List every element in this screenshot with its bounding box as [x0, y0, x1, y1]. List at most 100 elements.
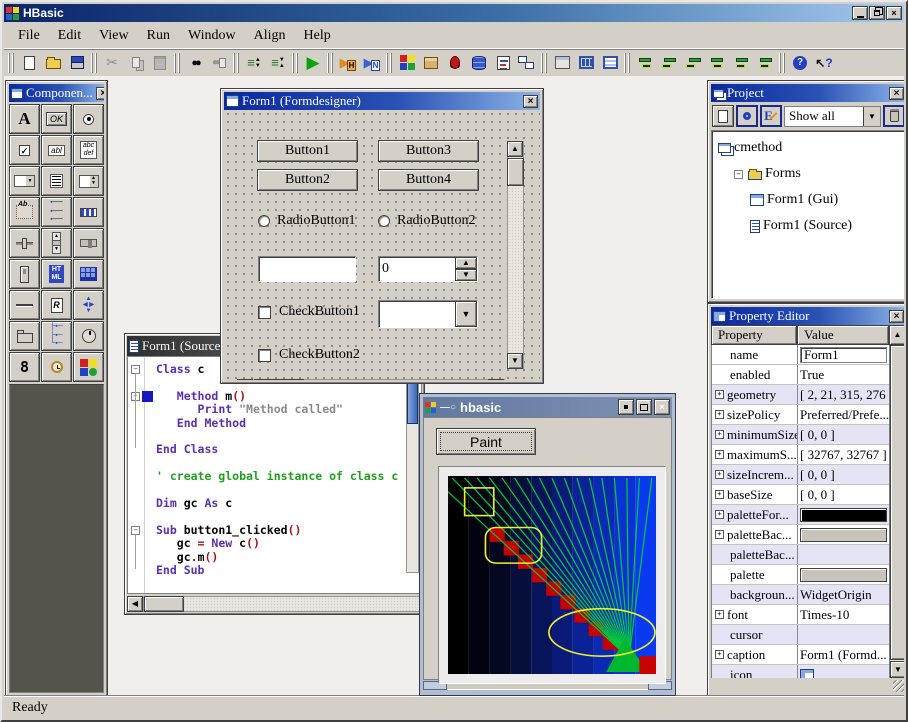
property-row-caption[interactable]: +captionForm1 (Formd... [712, 645, 889, 665]
palette-radiobutton-button[interactable] [73, 104, 104, 134]
bookmark-icon[interactable] [142, 391, 153, 402]
property-value-cell[interactable] [798, 665, 889, 678]
form-hscroll-thumb[interactable] [254, 379, 304, 380]
tree-item-cmethod[interactable]: cmethod [714, 135, 903, 161]
palette-splitter-button[interactable]: ▲◀ ▶▼ [73, 290, 104, 320]
form-vscroll-down-icon[interactable]: ▼ [507, 353, 523, 369]
hbasic-minimize-icon[interactable] [618, 399, 634, 415]
image-icon[interactable] [395, 51, 419, 75]
property-value-cell[interactable]: [ 2, 21, 315, 276 ] [798, 385, 889, 404]
code-line[interactable]: gc = New c() [156, 537, 407, 550]
property-value-cell[interactable]: Preferred/Prefe... [798, 405, 889, 424]
toolbar-handle[interactable] [8, 53, 15, 73]
hbasic-titlebar[interactable]: —○ hbasic × [423, 397, 672, 417]
tree-item-form1-gui-[interactable]: Form1 (Gui) [714, 187, 903, 213]
property-row-font[interactable]: +fontTimes-10 [712, 605, 889, 625]
property-value-cell[interactable] [798, 545, 889, 564]
align-middle-icon[interactable] [729, 51, 753, 75]
menu-editor-icon[interactable] [550, 51, 574, 75]
property-name-cell[interactable]: +maximumS... [712, 445, 798, 464]
palette-lineedit-button[interactable]: abl [41, 135, 72, 165]
property-editor-close-icon[interactable]: × [889, 310, 904, 323]
palette-textedit-button[interactable]: abcdef [73, 135, 104, 165]
palette-checkbox-button[interactable]: ✓ [9, 135, 40, 165]
property-row-icon[interactable]: icon [712, 665, 889, 678]
expand-icon[interactable]: + [715, 430, 724, 439]
restore-button[interactable] [869, 6, 885, 20]
find-icon[interactable]: ●● [183, 51, 207, 75]
palette-listview-button[interactable]: ▪──▪──▪── [41, 197, 72, 227]
source-vscroll-thumb[interactable] [407, 382, 418, 424]
properties-vscroll-thumb[interactable] [890, 345, 904, 660]
expand-icon[interactable]: + [715, 450, 724, 459]
align-right-icon[interactable] [681, 51, 705, 75]
fold-sub-icon[interactable]: − [131, 526, 140, 535]
project-filter-combobox[interactable]: Show all ▼ [784, 106, 881, 127]
palette-spinbox-button[interactable]: ▲▼ [73, 166, 104, 196]
property-name-cell[interactable]: +font [712, 605, 798, 624]
designed-checkbox-1[interactable]: CheckButton1 [258, 304, 360, 320]
database-icon[interactable] [467, 51, 491, 75]
property-value-cell[interactable]: Form1 (Formd... [798, 645, 889, 664]
form-hscroll-left-icon[interactable]: ◀ [237, 379, 253, 380]
goto-native-icon[interactable]: ▶N [360, 51, 384, 75]
code-editor[interactable]: −−− Class c Method m() Print "Method cal… [127, 356, 422, 594]
property-row-maximums[interactable]: +maximumS...[ 32767, 32767 ] [712, 445, 889, 465]
paste-icon[interactable] [148, 51, 172, 75]
paint-canvas[interactable] [438, 466, 666, 684]
windows-icon[interactable] [515, 51, 539, 75]
designed-combobox[interactable]: ▼ [378, 300, 478, 328]
code-line[interactable]: Sub button1_clicked() [156, 524, 407, 537]
project-close-icon[interactable]: × [889, 87, 904, 100]
align-left-icon[interactable] [633, 51, 657, 75]
expand-icon[interactable]: + [715, 610, 724, 619]
designed-checkbox-2[interactable]: CheckButton2 [258, 347, 360, 363]
property-value-cell[interactable]: [ 0, 0 ] [798, 425, 889, 444]
property-row-palettebac[interactable]: paletteBac... [712, 545, 889, 565]
formdesigner-canvas[interactable]: Button1Button2Button3Button4RadioButton1… [224, 110, 540, 380]
code-line[interactable] [156, 510, 407, 523]
code-line[interactable]: End Class [156, 443, 407, 456]
color-swatch[interactable] [800, 508, 887, 522]
package-icon[interactable] [419, 51, 443, 75]
menu-run[interactable]: Run [139, 26, 178, 46]
menu-file[interactable]: File [10, 26, 48, 46]
property-row-palettefor[interactable]: +paletteFor... [712, 505, 889, 525]
property-name-cell[interactable]: +geometry [712, 385, 798, 404]
project-titlebar[interactable]: Project × [711, 84, 904, 102]
property-value-cell[interactable] [798, 565, 889, 584]
toolbar-handle[interactable] [624, 53, 631, 73]
cut-icon[interactable]: ✂ [100, 51, 124, 75]
designed-button-button3[interactable]: Button3 [378, 140, 479, 162]
code-line[interactable] [156, 457, 407, 470]
checkbox-square-icon[interactable] [258, 349, 271, 362]
align-center-h-icon[interactable] [657, 51, 681, 75]
property-column-header[interactable]: Property [711, 325, 797, 345]
tree-item-form1-source-[interactable]: Form1 (Source) [714, 213, 903, 239]
form-vscroll-up-icon[interactable]: ▲ [507, 141, 523, 157]
source-horizontal-scrollbar[interactable]: ◀ [127, 596, 422, 612]
project-edit-icon[interactable]: E [760, 105, 782, 127]
palette-richtext-button[interactable]: R [41, 290, 72, 320]
form-vscroll-thumb[interactable] [507, 158, 524, 186]
radio-circle-icon[interactable] [378, 215, 390, 227]
dialog-table-icon[interactable] [598, 51, 622, 75]
property-name-cell[interactable]: +minimumSize [712, 425, 798, 444]
property-row-minimumsize[interactable]: +minimumSize[ 0, 0 ] [712, 425, 889, 445]
property-row-enabled[interactable]: enabledTrue [712, 365, 889, 385]
toolbar-handle[interactable] [541, 53, 548, 73]
property-row-cursor[interactable]: cursor [712, 625, 889, 645]
resize-grip-icon[interactable] [893, 680, 904, 692]
source-vertical-scrollbar[interactable] [406, 379, 419, 573]
property-name-cell[interactable]: +paletteBac... [712, 525, 798, 544]
palette-tabwidget-button[interactable] [9, 321, 40, 351]
palette-progressbar-button[interactable] [73, 197, 104, 227]
debug-icon[interactable] [443, 51, 467, 75]
reorder-down-icon[interactable]: ≡▼▲ [266, 51, 290, 75]
property-name-cell[interactable]: +sizePolicy [712, 405, 798, 424]
code-line[interactable]: gc.m() [156, 551, 407, 564]
property-row-basesize[interactable]: +baseSize[ 0, 0 ] [712, 485, 889, 505]
menu-edit[interactable]: Edit [50, 26, 89, 46]
designed-lineedit[interactable] [258, 256, 356, 282]
palette-pushbutton-button[interactable]: OK [41, 104, 72, 134]
